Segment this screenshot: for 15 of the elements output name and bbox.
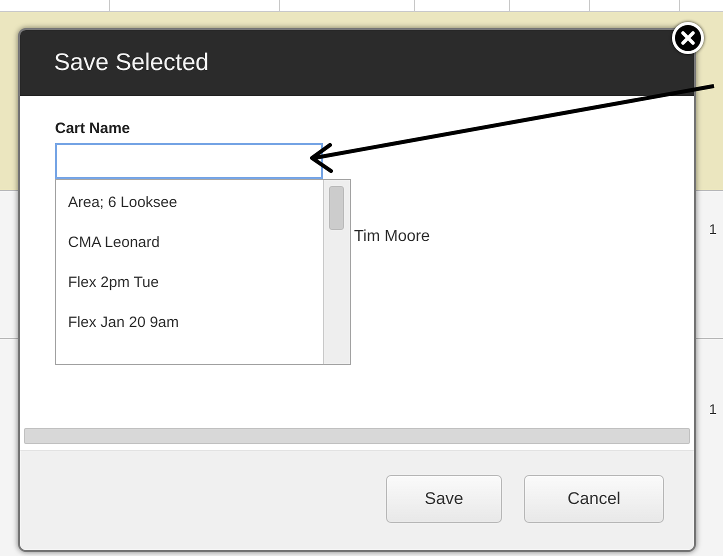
save-button[interactable]: Save [386, 475, 502, 523]
scrollbar-thumb[interactable] [329, 186, 344, 230]
cancel-button[interactable]: Cancel [524, 475, 664, 523]
side-text: Tim Moore [354, 227, 430, 247]
field-label: Cart Name [55, 120, 132, 138]
row-number: 1 [709, 220, 718, 239]
dialog-title: Save Selected [54, 48, 209, 78]
row-number: 1 [709, 400, 718, 419]
scrollbar[interactable] [323, 180, 350, 364]
cart-name-field[interactable] [55, 143, 323, 179]
suggestion-item[interactable]: Flex Jan 20 9am [68, 312, 323, 333]
suggestion-item[interactable]: Area; 6 Looksee [68, 192, 323, 213]
close-icon [681, 31, 695, 45]
suggestion-item[interactable]: CMA Leonard [68, 232, 323, 253]
suggestion-item[interactable]: Flex 2pm Tue [68, 272, 323, 293]
